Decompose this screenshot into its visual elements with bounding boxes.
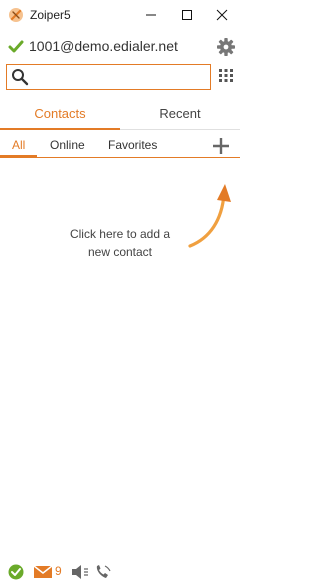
title-bar: Zoiper5 [0, 0, 240, 30]
zoiper-logo-icon [9, 8, 23, 22]
filter-all[interactable]: All [12, 138, 25, 152]
maximize-icon [182, 10, 192, 20]
gear-icon[interactable] [216, 37, 236, 57]
search-box[interactable] [6, 64, 211, 90]
main-tabs: Contacts Recent [0, 102, 240, 130]
search-input[interactable] [33, 67, 207, 87]
tab-contacts[interactable]: Contacts [0, 102, 120, 130]
tab-recent[interactable]: Recent [120, 102, 240, 130]
account-name: 1001@demo.edialer.net [29, 38, 178, 54]
dialpad-icon[interactable] [218, 68, 234, 86]
account-row: 1001@demo.edialer.net [0, 36, 240, 58]
search-icon [12, 69, 29, 86]
phone-icon[interactable] [94, 564, 112, 580]
status-bar: 9 [0, 560, 240, 583]
filter-favorites[interactable]: Favorites [108, 138, 157, 152]
close-button[interactable] [204, 0, 240, 30]
add-contact-hint[interactable]: Click here to add a new contact [40, 225, 200, 261]
check-icon[interactable] [8, 564, 24, 580]
speaker-icon[interactable] [70, 564, 90, 580]
filter-online[interactable]: Online [50, 138, 85, 152]
unread-count: 9 [55, 564, 62, 578]
minimize-button[interactable] [133, 0, 169, 30]
plus-icon[interactable] [212, 137, 230, 155]
close-icon [216, 9, 228, 21]
minimize-icon [146, 14, 156, 16]
window-title: Zoiper5 [30, 8, 71, 22]
maximize-button[interactable] [169, 0, 205, 30]
check-icon[interactable] [8, 40, 24, 54]
filter-tabs: All Online Favorites [0, 136, 240, 158]
mail-icon[interactable] [33, 564, 53, 580]
filter-all-indicator [0, 155, 37, 158]
